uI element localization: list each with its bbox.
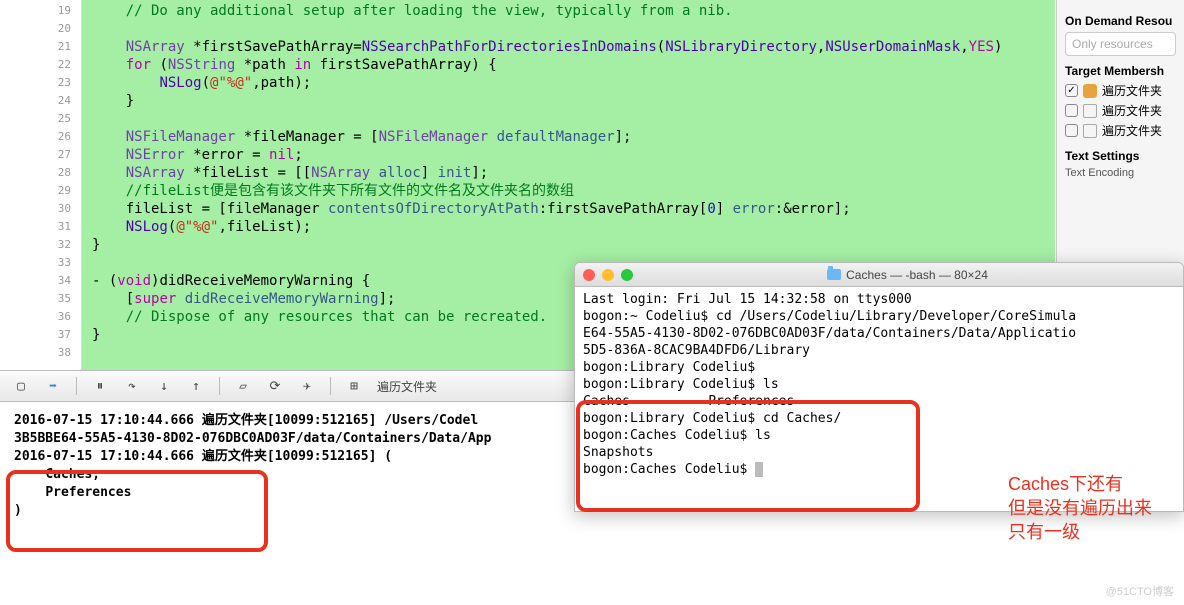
target-row-2[interactable]: 遍历文件夹 [1065,122,1176,139]
target-row-1[interactable]: 遍历文件夹 [1065,102,1176,119]
app-target-icon [1083,84,1097,98]
annotation-text: Caches下还有 但是没有遍历出来 只有一级 [1008,472,1152,544]
folder-icon [827,269,841,280]
text-encoding-label: Text Encoding [1065,167,1176,179]
step-in-icon[interactable]: ↓ [155,377,173,395]
on-demand-header: On Demand Resou [1065,14,1176,28]
target-membership-header: Target Membersh [1065,64,1176,78]
terminal-cursor [755,462,763,477]
pause-icon[interactable]: ⏸ [91,377,109,395]
text-settings-header: Text Settings [1065,149,1176,163]
zoom-icon[interactable] [621,269,633,281]
memory-icon[interactable]: ⟳ [266,377,284,395]
close-icon[interactable] [583,269,595,281]
checkbox-icon[interactable] [1065,124,1078,137]
process-icon[interactable]: ⊞ [345,377,363,395]
debug-view-icon[interactable]: ▱ [234,377,252,395]
checkbox-icon[interactable] [1065,104,1078,117]
line-gutter: 1920212223242526272829303132333435363738 [0,0,82,370]
minimize-icon[interactable] [602,269,614,281]
process-label[interactable]: 遍历文件夹 [377,378,437,395]
hide-debug-icon[interactable]: ▢ [12,377,30,395]
terminal-title: Caches — -bash — 80×24 [846,268,988,282]
terminal-titlebar[interactable]: Caches — -bash — 80×24 [575,263,1183,287]
location-icon[interactable]: ✈ [298,377,316,395]
terminal-body[interactable]: Last login: Fri Jul 15 14:32:58 on ttys0… [575,287,1183,482]
on-demand-search[interactable]: Only resources [1065,32,1176,56]
test-target-icon [1083,124,1097,138]
target-row-0[interactable]: ✓遍历文件夹 [1065,82,1176,99]
watermark: @51CTO博客 [1106,583,1174,599]
step-out-icon[interactable]: ↑ [187,377,205,395]
step-over-icon[interactable]: ↷ [123,377,141,395]
breakpoint-icon[interactable]: ➡ [44,377,62,395]
test-target-icon [1083,104,1097,118]
checkbox-icon[interactable]: ✓ [1065,84,1078,97]
